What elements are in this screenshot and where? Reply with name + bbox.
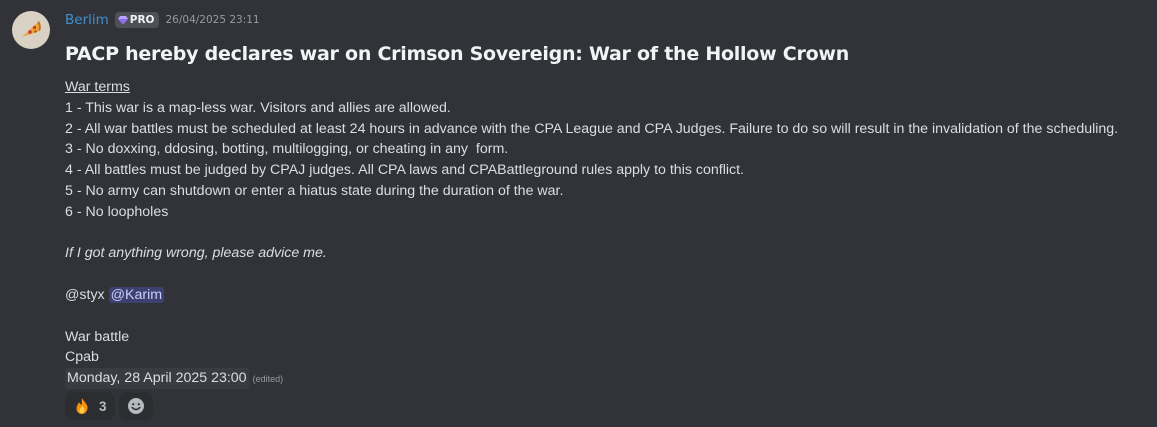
pro-badge-label: PRO: [129, 14, 155, 26]
message-content: PACP hereby declares war on Crimson Sove…: [65, 38, 1147, 389]
battle-label: War battle: [65, 328, 130, 345]
mention-karim[interactable]: @Karim: [108, 286, 165, 303]
battle-date[interactable]: Monday, 28 April 2025 23:00: [65, 368, 249, 389]
gem-icon: [117, 16, 128, 25]
chat-message: Berlim PRO 26/04/2025 23:11 PACP hereby …: [0, 0, 1157, 427]
author-name[interactable]: Berlim: [65, 12, 109, 28]
term-line: 2 - All war battles must be scheduled at…: [65, 120, 1119, 137]
message-title: PACP hereby declares war on Crimson Sove…: [65, 43, 849, 65]
terms-heading: War terms: [65, 79, 130, 95]
term-line: 1 - This war is a map-less war. Visitors…: [65, 99, 451, 116]
edited-label[interactable]: (edited): [253, 374, 284, 384]
user-avatar[interactable]: [12, 11, 50, 49]
reaction-count: 3: [99, 398, 107, 414]
term-line: 4 - All battles must be judged by CPAJ j…: [65, 162, 744, 179]
mentions-line: @styx @Karim: [65, 285, 1147, 306]
term-line: 6 - No loopholes: [65, 203, 169, 220]
battle-army: Cpab: [65, 349, 99, 366]
message-timestamp[interactable]: 26/04/2025 23:11: [166, 14, 260, 26]
smile-icon: [127, 398, 144, 414]
term-line: 5 - No army can shutdown or enter a hiat…: [65, 182, 564, 199]
reaction-fire[interactable]: 3: [65, 392, 115, 420]
note-line: If I got anything wrong, please advice m…: [65, 245, 327, 262]
term-line: 3 - No doxxing, ddosing, botting, multil…: [65, 141, 509, 158]
pizza-icon: [22, 21, 41, 37]
battle-date-line: Monday, 28 April 2025 23:00 (edited): [65, 368, 1147, 389]
fire-icon: [76, 398, 88, 414]
message-body: War terms 1 - This war is a map-less war…: [65, 77, 1147, 389]
reactions-bar: 3: [65, 392, 153, 420]
mention-styx: @styx: [65, 286, 105, 303]
add-reaction-button[interactable]: [118, 392, 153, 420]
pro-badge[interactable]: PRO: [114, 12, 159, 28]
message-header: Berlim PRO 26/04/2025 23:11: [65, 10, 260, 30]
